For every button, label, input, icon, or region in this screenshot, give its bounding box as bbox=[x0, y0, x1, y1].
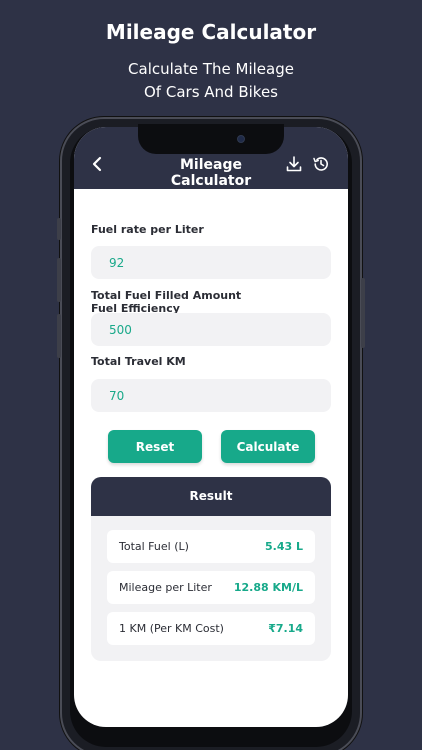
result-label: Total Fuel (L) bbox=[119, 540, 189, 553]
chevron-left-icon bbox=[92, 156, 102, 172]
fuel-amount-label: Total Fuel Filled Amount bbox=[91, 289, 242, 302]
promo-subtitle-line2: Of Cars And Bikes bbox=[144, 83, 278, 101]
reset-button[interactable]: Reset bbox=[108, 430, 202, 463]
result-title: Result bbox=[91, 477, 331, 516]
home-indicator bbox=[160, 717, 262, 721]
phone-notch bbox=[138, 124, 284, 154]
promo-title: Mileage Calculator bbox=[105, 20, 317, 44]
result-row-total-fuel: Total Fuel (L) 5.43 L bbox=[107, 530, 315, 563]
history-button[interactable] bbox=[312, 155, 330, 173]
download-button[interactable] bbox=[285, 155, 303, 173]
phone-volume-up bbox=[57, 258, 61, 302]
result-value: 12.88 KM/L bbox=[233, 581, 303, 594]
result-value: 5.43 L bbox=[265, 540, 303, 553]
phone-power-button bbox=[361, 278, 365, 348]
calculate-button[interactable]: Calculate bbox=[221, 430, 315, 463]
history-icon bbox=[313, 157, 328, 171]
fuel-rate-input[interactable] bbox=[91, 246, 331, 279]
camera-icon bbox=[237, 135, 245, 143]
phone-volume-down bbox=[57, 314, 61, 358]
travel-km-input[interactable] bbox=[91, 379, 331, 412]
result-label: Mileage per Liter bbox=[119, 581, 212, 594]
fuel-rate-label: Fuel rate per Liter bbox=[91, 223, 204, 236]
result-label: 1 KM (Per KM Cost) bbox=[119, 622, 224, 635]
travel-km-label: Total Travel KM bbox=[91, 355, 186, 368]
download-icon bbox=[286, 156, 302, 172]
result-panel: Result Total Fuel (L) 5.43 L Mileage per… bbox=[91, 477, 331, 661]
phone-silent-switch bbox=[57, 218, 61, 240]
result-row-mileage: Mileage per Liter 12.88 KM/L bbox=[107, 571, 315, 604]
result-value: ₹7.14 bbox=[268, 622, 303, 635]
promo-subtitle: Calculate The Mileage Of Cars And Bikes bbox=[0, 58, 422, 104]
result-row-per-km-cost: 1 KM (Per KM Cost) ₹7.14 bbox=[107, 612, 315, 645]
promo-subtitle-line1: Calculate The Mileage bbox=[128, 60, 294, 78]
header-title: Mileage Calculator bbox=[170, 157, 252, 189]
back-button[interactable] bbox=[88, 154, 108, 174]
fuel-amount-input[interactable] bbox=[91, 313, 331, 346]
